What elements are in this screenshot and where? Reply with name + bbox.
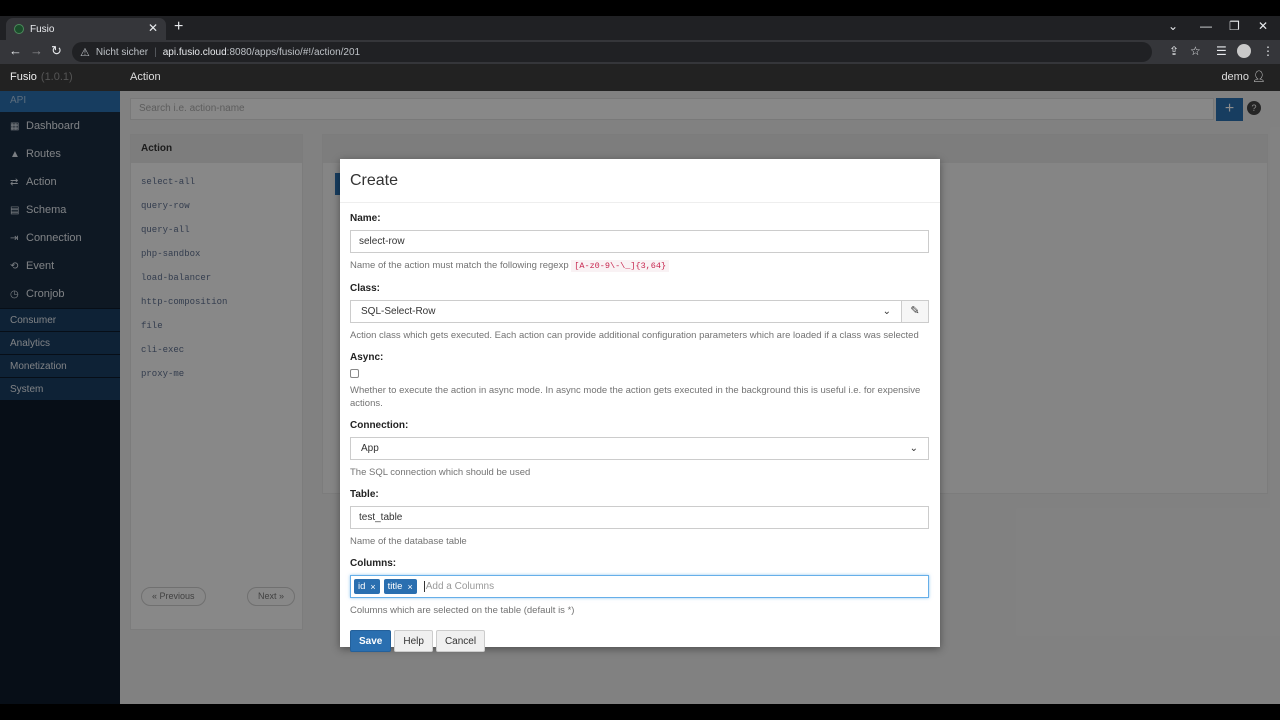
window-close-icon[interactable]: ✕ xyxy=(1258,19,1268,33)
profile-avatar[interactable] xyxy=(1237,44,1251,58)
reload-icon[interactable]: ↻ xyxy=(51,43,62,59)
create-action-dialog: Create Name: select-row Name of the acti… xyxy=(340,159,940,652)
reading-list-icon[interactable]: ☰ xyxy=(1216,44,1227,58)
connection-label: Connection: xyxy=(350,420,409,431)
close-tab-icon[interactable]: ✕ xyxy=(148,21,158,35)
modal-backdrop[interactable]: Create Name: select-row Name of the acti… xyxy=(0,91,1280,704)
minimize-icon[interactable]: — xyxy=(1200,19,1212,33)
async-checkbox[interactable] xyxy=(350,369,359,378)
warning-icon: ⚠ xyxy=(80,46,90,59)
chevron-down-icon: ⌄ xyxy=(909,443,918,454)
dialog-title: Create xyxy=(340,159,940,203)
brand-version: (1.0.1) xyxy=(40,71,73,83)
menu-dots-icon[interactable]: ⋮ xyxy=(1262,44,1274,58)
user-name: demo xyxy=(1221,71,1249,83)
address-bar[interactable]: ⚠ Nicht sicher | api.fusio.cloud :8080/a… xyxy=(72,42,1152,62)
table-help-text: Name of the database table xyxy=(350,536,467,547)
dialog-body: Name: select-row Name of the action must… xyxy=(340,213,940,652)
restore-icon[interactable]: ❐ xyxy=(1229,19,1240,33)
new-tab-icon[interactable]: + xyxy=(174,18,183,36)
browser-tabstrip: Fusio ✕ + ⌄ — ❐ ✕ xyxy=(0,16,1280,40)
column-tag-label: id xyxy=(358,581,366,592)
columns-help-text: Columns which are selected on the table … xyxy=(350,605,575,616)
favicon-icon xyxy=(14,24,24,34)
table-field[interactable]: test_table xyxy=(350,506,929,529)
table-label: Table: xyxy=(350,489,379,500)
pencil-icon: ✎ xyxy=(910,305,920,317)
class-label: Class: xyxy=(350,283,381,294)
user-menu[interactable]: demo 👤︎ xyxy=(1221,70,1266,83)
name-field[interactable]: select-row xyxy=(350,230,929,253)
dialog-actions: Save Help Cancel xyxy=(350,630,930,652)
remove-tag-icon[interactable]: × xyxy=(407,582,412,592)
help-button[interactable]: Help xyxy=(394,630,433,652)
columns-tag-input[interactable]: id × title × Add a Columns xyxy=(350,575,929,598)
cancel-button[interactable]: Cancel xyxy=(435,630,486,652)
columns-input-placeholder[interactable]: Add a Columns xyxy=(423,581,494,592)
column-tag-label: title xyxy=(387,581,403,592)
class-selected-value: SQL-Select-Row xyxy=(361,306,436,317)
name-help-text: Name of the action must match the follow… xyxy=(350,259,930,273)
brand-name: Fusio xyxy=(10,71,37,83)
connection-help-text: The SQL connection which should be used xyxy=(350,467,531,478)
connection-selected-value: App xyxy=(361,443,379,454)
columns-label: Columns: xyxy=(350,558,397,569)
class-select-row: SQL-Select-Row ⌄ ✎ xyxy=(350,300,930,323)
name-help: Name of the action must match the follow… xyxy=(350,260,569,271)
connection-select[interactable]: App ⌄ xyxy=(350,437,929,460)
back-icon[interactable]: ← xyxy=(9,43,22,58)
tab-search-icon[interactable]: ⌄ xyxy=(1168,19,1178,33)
forward-icon[interactable]: → xyxy=(30,43,43,58)
app-brand[interactable]: Fusio (1.0.1) xyxy=(10,71,73,83)
tab-title: Fusio xyxy=(30,23,55,35)
remove-tag-icon[interactable]: × xyxy=(370,582,375,592)
chevron-down-icon: ⌄ xyxy=(882,306,891,317)
column-tag: id × xyxy=(354,579,380,594)
name-regex: [A-z0-9\-\_]{3,64} xyxy=(571,260,670,272)
column-tag: title × xyxy=(383,579,417,594)
screen: Fusio ✕ + ⌄ — ❐ ✕ ← → ↻ ⚠ Nicht sicher |… xyxy=(0,16,1280,704)
page-breadcrumb: Action xyxy=(130,71,161,83)
share-icon[interactable]: ⇪ xyxy=(1169,44,1179,58)
save-button[interactable]: Save xyxy=(350,630,392,652)
user-icon: 👤︎ xyxy=(1252,71,1266,83)
url-path: :8080/apps/fusio/#!/action/201 xyxy=(226,46,361,58)
browser-toolbar: ← → ↻ ⚠ Nicht sicher | api.fusio.cloud :… xyxy=(0,40,1280,64)
app-header: Fusio (1.0.1) Action demo 👤︎ xyxy=(0,64,1280,91)
browser-tab[interactable]: Fusio ✕ xyxy=(6,18,166,40)
security-label: Nicht sicher xyxy=(95,46,149,58)
edit-class-button[interactable]: ✎ xyxy=(902,300,929,323)
async-label: Async: xyxy=(350,352,384,363)
async-help-text: Whether to execute the action in async m… xyxy=(350,385,921,409)
bookmark-star-icon[interactable]: ☆ xyxy=(1190,44,1201,58)
class-select[interactable]: SQL-Select-Row ⌄ xyxy=(350,300,902,323)
url-separator: | xyxy=(154,46,157,58)
name-label: Name: xyxy=(350,213,381,224)
url-host: api.fusio.cloud xyxy=(162,46,227,58)
class-help-text: Action class which gets executed. Each a… xyxy=(350,330,919,341)
